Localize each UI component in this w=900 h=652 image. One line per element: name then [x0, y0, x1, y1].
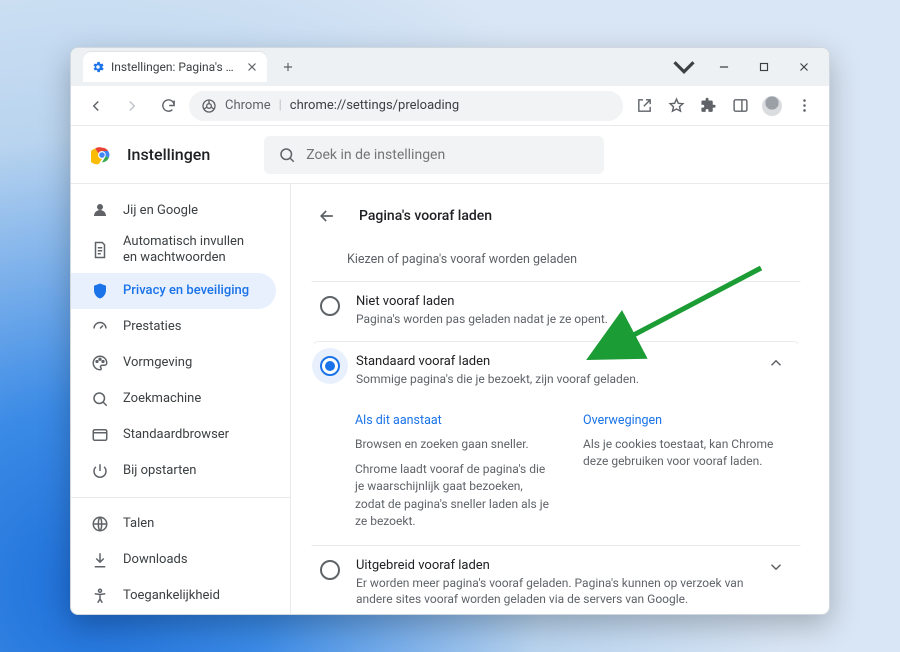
app-header: Instellingen [71, 126, 829, 184]
browser-tab[interactable]: Instellingen: Pagina's vooraf lad… [83, 52, 267, 82]
close-window-button[interactable] [785, 53, 823, 81]
option-title: Uitgebreid vooraf laden [356, 558, 746, 573]
globe-icon [91, 515, 109, 533]
sidebar-item-label: Toegankelijkheid [123, 588, 220, 603]
palette-icon [91, 354, 109, 372]
page-subhead: Kiezen of pagina's vooraf worden geladen [347, 252, 801, 267]
back-button[interactable] [81, 91, 111, 121]
accessibility-icon [91, 587, 109, 605]
close-icon[interactable] [245, 60, 259, 74]
radio-unchecked[interactable] [320, 296, 340, 316]
option-desc: Sommige pagina's die je bezoekt, zijn vo… [356, 371, 746, 388]
radio-checked[interactable] [320, 356, 340, 376]
gear-icon [91, 60, 105, 74]
download-icon [91, 551, 109, 569]
search-icon [91, 390, 109, 408]
sidebar-separator [71, 497, 290, 498]
new-tab-button[interactable] [277, 56, 299, 78]
omnibox-host: Chrome [225, 98, 271, 113]
share-icon[interactable] [629, 91, 659, 121]
sidebar-item-label: Automatisch invullen en wachtwoorden [123, 234, 256, 267]
sidebar-item-label: Talen [123, 516, 154, 531]
sidebar-item-label: Downloads [123, 552, 188, 567]
search-icon [278, 146, 296, 164]
detail-heading: Overwegingen [583, 413, 781, 428]
preload-option-none[interactable]: Niet vooraf laden Pagina's worden pas ge… [311, 281, 801, 341]
preload-option-extended[interactable]: Uitgebreid vooraf laden Er worden meer p… [311, 545, 801, 614]
sidebar-item-languages[interactable]: Talen [71, 506, 276, 542]
settings-search[interactable] [264, 136, 604, 174]
shield-icon [91, 282, 109, 300]
option-detail: Als dit aanstaat Browsen en zoeken gaan … [311, 401, 801, 545]
app-body: Jij en Google Automatisch invullen en wa… [71, 184, 829, 614]
sidebar-item-search-engine[interactable]: Zoekmachine [71, 381, 276, 417]
radio-unchecked[interactable] [320, 560, 340, 580]
browser-window: Instellingen: Pagina's vooraf lad… [70, 47, 830, 615]
sidebar-item-downloads[interactable]: Downloads [71, 542, 276, 578]
extensions-icon[interactable] [693, 91, 723, 121]
detail-heading: Als dit aanstaat [355, 413, 553, 428]
sidebar-item-you-and-google[interactable]: Jij en Google [71, 192, 276, 228]
sidebar-item-label: Jij en Google [123, 203, 198, 218]
sidebar-item-default-browser[interactable]: Standaardbrowser [71, 417, 276, 453]
page-title: Pagina's vooraf laden [359, 208, 492, 224]
option-desc: Er worden meer pagina's vooraf geladen. … [356, 575, 746, 609]
detail-text: Chrome laadt vooraf de pagina's die je w… [355, 461, 553, 531]
main-panel: Pagina's vooraf laden Kiezen of pagina's… [291, 184, 829, 614]
reload-button[interactable] [153, 91, 183, 121]
kebab-menu-icon[interactable] [789, 91, 819, 121]
sidebar-item-performance[interactable]: Prestaties [71, 309, 276, 345]
sidebar-item-system[interactable]: Systeem [71, 614, 276, 615]
sidebar-item-accessibility[interactable]: Toegankelijkheid [71, 578, 276, 614]
sidebar-item-label: Zoekmachine [123, 391, 201, 406]
sidebar-item-label: Bij opstarten [123, 463, 196, 478]
chevron-up-icon[interactable] [762, 354, 790, 372]
forward-button[interactable] [117, 91, 147, 121]
power-icon [91, 462, 109, 480]
page-header: Pagina's vooraf laden [311, 200, 801, 232]
sidebar: Jij en Google Automatisch invullen en wa… [71, 184, 291, 614]
sidebar-item-autofill[interactable]: Automatisch invullen en wachtwoorden [71, 228, 276, 273]
maximize-button[interactable] [745, 53, 783, 81]
titlebar: Instellingen: Pagina's vooraf lad… [71, 48, 829, 86]
option-desc: Pagina's worden pas geladen nadat je ze … [356, 311, 790, 328]
sidebar-item-appearance[interactable]: Vormgeving [71, 345, 276, 381]
preload-option-standard[interactable]: Standaard vooraf laden Sommige pagina's … [311, 341, 801, 401]
omnibox-path: chrome://settings/preloading [290, 98, 459, 113]
chrome-product-icon [201, 98, 217, 114]
option-title: Niet vooraf laden [356, 294, 790, 309]
address-bar[interactable]: Chrome | chrome://settings/preloading [189, 91, 623, 121]
side-panel-icon[interactable] [725, 91, 755, 121]
bookmark-icon[interactable] [661, 91, 691, 121]
chrome-logo-icon [91, 144, 113, 166]
window-controls [665, 53, 829, 81]
minimize-button[interactable] [705, 53, 743, 81]
sidebar-item-label: Prestaties [123, 319, 181, 334]
document-icon [91, 241, 109, 259]
sidebar-item-on-startup[interactable]: Bij opstarten [71, 453, 276, 489]
sidebar-item-label: Vormgeving [123, 355, 192, 370]
detail-text: Browsen en zoeken gaan sneller. [355, 436, 553, 453]
chevron-down-icon[interactable] [762, 558, 790, 576]
app-title: Instellingen [127, 145, 210, 164]
detail-text: Als je cookies toestaat, kan Chrome deze… [583, 436, 781, 471]
sidebar-item-privacy[interactable]: Privacy en beveiliging [71, 273, 276, 309]
sidebar-item-label: Privacy en beveiliging [123, 283, 249, 298]
person-icon [91, 201, 109, 219]
page-back-button[interactable] [311, 200, 343, 232]
tab-title: Instellingen: Pagina's vooraf lad… [111, 60, 239, 74]
profile-avatar[interactable] [757, 91, 787, 121]
toolbar: Chrome | chrome://settings/preloading [71, 86, 829, 126]
tab-search-button[interactable] [665, 53, 703, 81]
speedometer-icon [91, 318, 109, 336]
search-input[interactable] [306, 147, 590, 163]
option-title: Standaard vooraf laden [356, 354, 746, 369]
browser-icon [91, 426, 109, 444]
sidebar-item-label: Standaardbrowser [123, 427, 229, 442]
